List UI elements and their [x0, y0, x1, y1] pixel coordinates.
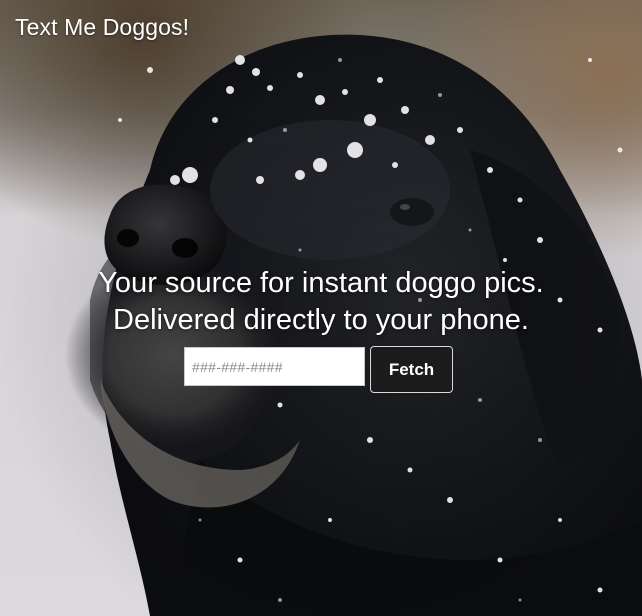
phone-number-input[interactable]	[184, 347, 365, 386]
phone-signup-form: Fetch	[184, 346, 453, 393]
hero-headline-line-2: Delivered directly to your phone.	[113, 304, 529, 336]
brand-title: Text Me Doggos!	[15, 14, 190, 40]
page: Text Me Doggos! Your source for instant …	[0, 0, 642, 616]
hero-headline: Your source for instant doggo pics. Deli…	[0, 265, 642, 339]
hero-headline-line-1: Your source for instant doggo pics.	[98, 267, 544, 299]
fetch-button[interactable]: Fetch	[370, 346, 453, 393]
